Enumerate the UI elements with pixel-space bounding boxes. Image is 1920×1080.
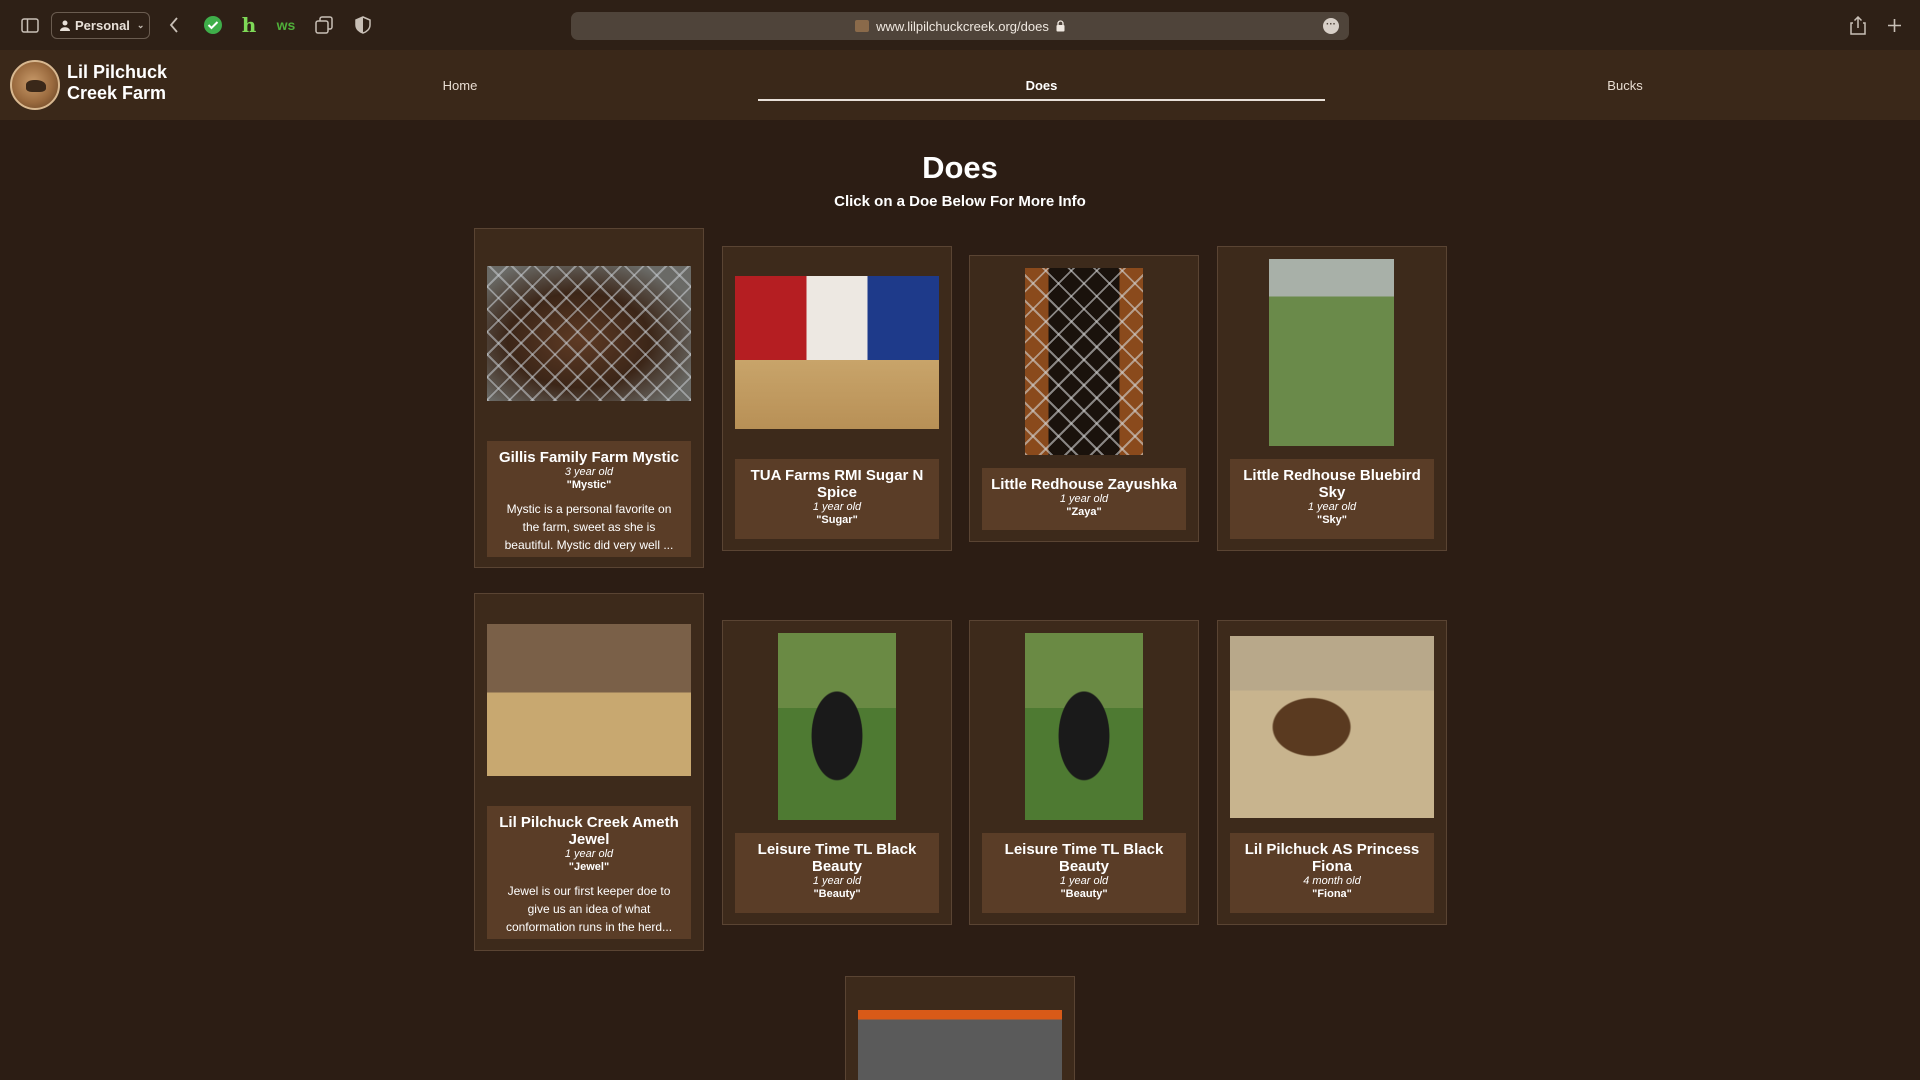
doe-photo[interactable] [487,266,691,401]
nav-bucks[interactable]: Bucks [1585,78,1665,93]
doe-photo[interactable] [858,1010,1062,1080]
doe-photo[interactable] [487,624,691,776]
doe-age: 4 month old [1303,875,1361,887]
page-subtitle: Click on a Doe Below For More Info [834,193,1086,210]
doe-name: Lil Pilchuck AS Princess Fiona [1244,841,1420,875]
doe-age: 1 year old [812,875,862,887]
doe-age: 1 year old [812,501,862,513]
doe-name: Little Redhouse Bluebird Sky [1243,467,1421,501]
doe-card[interactable]: Leisure Time TL Black Beauty 1 year old … [722,620,952,925]
url-text: www.lilpilchuckcreek.org/does [876,18,1049,34]
doe-name: Little Redhouse Zayushka [991,476,1177,493]
ellipsis-icon[interactable]: ··· [1323,18,1339,34]
profile-label: Personal [75,18,130,33]
doe-card[interactable]: Gillis Family Farm Mystic 3 year old "My… [474,228,704,568]
doe-name: Leisure Time TL Black Beauty [757,841,917,875]
doe-age: 1 year old [1307,501,1357,513]
doe-name: TUA Farms RMI Sugar N Spice [750,467,924,501]
shield-icon[interactable] [351,13,375,37]
doe-card[interactable]: Little Redhouse Bluebird Sky 1 year old … [1217,246,1447,551]
doe-nickname: "Beauty" [1060,888,1108,900]
doe-photo[interactable] [735,276,939,429]
doe-info: Little Redhouse Zayushka 1 year old "Zay… [982,468,1186,530]
browser-toolbar: Personal ⌄ h ws www.lilpilchuckcreek.org… [0,0,1920,50]
check-extension-icon[interactable] [201,13,225,37]
doe-nickname: "Zaya" [1066,506,1102,518]
doe-name: Gillis Family Farm Mystic [498,449,680,466]
doe-description: Mystic is a personal favorite on the far… [504,502,674,552]
doe-nickname: "Sugar" [816,514,858,526]
doe-info: Lil Pilchuck AS Princess Fiona 4 month o… [1230,833,1434,913]
new-tab-icon[interactable] [1882,13,1906,37]
doe-name: Lil Pilchuck Creek Ameth Jewel [499,814,679,848]
doe-info: Lil Pilchuck Creek Ameth Jewel 1 year ol… [487,806,691,939]
doe-nickname: "Sky" [1316,514,1347,526]
sidebar-icon[interactable] [18,13,42,37]
profile-button[interactable]: Personal ⌄ [51,12,150,39]
doe-photo[interactable] [1269,259,1394,446]
doe-info: Gillis Family Farm Mystic 3 year old "My… [487,441,691,557]
person-icon [60,20,70,31]
doe-card[interactable]: Lil Pilchuck AS Princess Fiona 4 month o… [1217,620,1447,925]
doe-photo[interactable] [1025,268,1143,455]
doe-name: Leisure Time TL Black Beauty [1004,841,1164,875]
doe-info: Leisure Time TL Black Beauty 1 year old … [735,833,939,913]
nav-home[interactable]: Home [420,78,500,93]
doe-info: Little Redhouse Bluebird Sky 1 year old … [1230,459,1434,539]
farm-logo[interactable] [10,60,60,110]
doe-info: Leisure Time TL Black Beauty 1 year old … [982,833,1186,913]
doe-card[interactable]: TUA Farms RMI Sugar N Spice 1 year old "… [722,246,952,551]
doe-age: 3 year old [564,466,614,478]
site-header: Lil Pilchuck Creek Farm Home Does Bucks [0,50,1920,120]
grammar-extension-icon[interactable]: ws [274,13,298,37]
share-icon[interactable] [1846,13,1870,37]
doe-photo[interactable] [778,633,896,820]
doe-nickname: "Fiona" [1312,888,1352,900]
lock-icon [1056,20,1065,32]
doe-card[interactable]: Leisure Time TL Black Beauty 1 year old … [969,620,1199,925]
chevron-down-icon: ⌄ [136,20,145,30]
doe-card[interactable]: Little Redhouse Zayushka 1 year old "Zay… [969,255,1199,542]
doe-description: Jewel is our first keeper doe to give us… [505,884,673,934]
doe-age: 1 year old [1059,875,1109,887]
back-icon[interactable] [162,13,186,37]
doe-nickname: "Beauty" [813,888,861,900]
honey-extension-icon[interactable]: h [237,13,261,37]
address-bar[interactable]: www.lilpilchuckcreek.org/does ··· [571,12,1349,40]
doe-age: 1 year old [1059,493,1109,505]
doe-nickname: "Jewel" [568,861,610,873]
doe-card[interactable]: Lil Pilchuck Creek Ameth Jewel 1 year ol… [474,593,704,951]
site-favicon [855,20,870,32]
nav-does[interactable]: Does [758,78,1325,93]
doe-age: 1 year old [564,848,614,860]
page-title: Does [922,150,998,185]
active-nav-underline [758,99,1325,101]
doe-nickname: "Mystic" [566,479,612,491]
doe-card[interactable] [845,976,1075,1080]
site-brand[interactable]: Lil Pilchuck Creek Farm [67,62,187,104]
doe-photo[interactable] [1230,636,1434,818]
tabs-icon[interactable] [312,13,336,37]
doe-info: TUA Farms RMI Sugar N Spice 1 year old "… [735,459,939,539]
doe-photo[interactable] [1025,633,1143,820]
